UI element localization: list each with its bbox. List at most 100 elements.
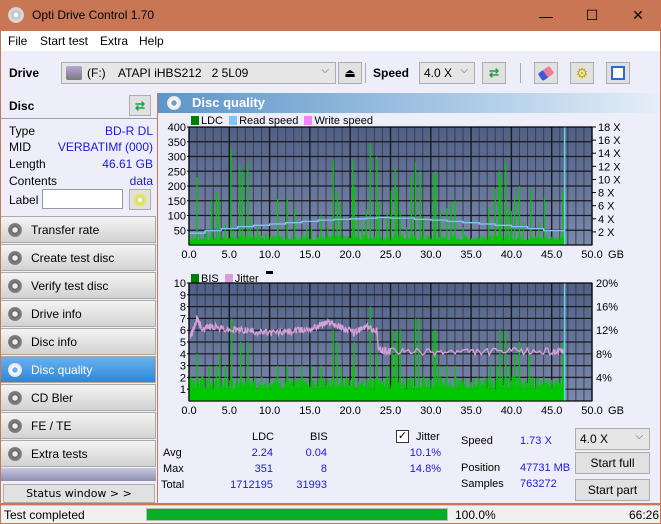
position-value: 47731 MB bbox=[520, 462, 571, 474]
avg-label: Avg bbox=[163, 447, 182, 459]
speed-select[interactable]: 4.0 X ⌵ bbox=[419, 62, 475, 84]
y-left-tick-label: 6 bbox=[180, 325, 186, 337]
y-right-tick-label: 16% bbox=[596, 302, 618, 314]
y-left-tick-label: 10 bbox=[174, 279, 186, 290]
samples-value: 763272 bbox=[520, 478, 557, 490]
start-full-button[interactable]: Start full bbox=[575, 452, 650, 474]
chevron-down-icon: ⌵ bbox=[460, 65, 468, 76]
disc-info-icon bbox=[8, 335, 22, 349]
y-left-tick-label: 5 bbox=[180, 337, 186, 349]
x-tick-label: 15.0 bbox=[299, 405, 320, 417]
jitter-checkbox[interactable]: ✓ bbox=[396, 430, 409, 443]
create-test-disc-icon bbox=[8, 251, 22, 265]
disc-mid-row: MID VERBATIMf (000) bbox=[9, 140, 153, 156]
start-part-button[interactable]: Start part bbox=[575, 479, 650, 501]
position-label: Position bbox=[461, 462, 501, 474]
minimize-button[interactable]: — bbox=[523, 0, 569, 31]
drive-select[interactable]: (F:) ATAPI iHBS212 2 5L09 ⌵ bbox=[61, 62, 336, 84]
settings-button[interactable]: ⚙ bbox=[570, 62, 594, 84]
chevron-down-icon: ⌵ bbox=[635, 431, 643, 442]
nav-verify-test-disc[interactable]: Verify test disc bbox=[1, 272, 156, 299]
y-left-tick-label: 2 bbox=[180, 372, 186, 384]
y-left-tick-label: 50 bbox=[174, 225, 186, 237]
samples-label: Samples bbox=[461, 478, 504, 490]
erase-button[interactable] bbox=[534, 62, 558, 84]
y-left-tick-label: 350 bbox=[168, 137, 186, 149]
y-right-tick-label: 14 X bbox=[598, 148, 621, 160]
y-left-tick-label: 300 bbox=[168, 152, 186, 164]
close-button[interactable]: ✕ bbox=[615, 0, 661, 31]
menu-file[interactable]: File bbox=[8, 34, 27, 48]
close-icon: ✕ bbox=[632, 7, 644, 23]
y-left-tick-label: 3 bbox=[180, 361, 186, 373]
x-tick-label: 35.0 bbox=[460, 405, 481, 417]
save-button[interactable] bbox=[606, 62, 630, 84]
disc-refresh-button[interactable]: ⇄ bbox=[129, 95, 151, 116]
toolbar-separator bbox=[365, 63, 366, 83]
test-speed-value: 4.0 X bbox=[580, 432, 609, 446]
nav-create-test-disc[interactable]: Create test disc bbox=[1, 244, 156, 271]
disc-header: Disc ⇄ bbox=[1, 93, 157, 119]
speed-label: Speed bbox=[461, 435, 493, 447]
disc-type-value: BD-R DL bbox=[104, 124, 153, 138]
status-window-button[interactable]: Status window > > bbox=[3, 484, 155, 503]
test-speed-select[interactable]: 4.0 X ⌵ bbox=[575, 428, 650, 450]
nav-label: CD Bler bbox=[31, 391, 74, 405]
nav-drive-info[interactable]: Drive info bbox=[1, 300, 156, 327]
x-tick-label: 5.0 bbox=[222, 249, 237, 261]
x-tick-label: 10.0 bbox=[259, 249, 280, 261]
menu-start-test[interactable]: Start test bbox=[40, 34, 88, 48]
y-left-tick-label: 150 bbox=[168, 196, 186, 208]
nav-disc-quality[interactable]: Disc quality bbox=[1, 356, 156, 383]
x-tick-label: 35.0 bbox=[460, 249, 481, 261]
x-axis-unit-label: GB bbox=[608, 405, 624, 417]
x-tick-label: 45.0 bbox=[541, 249, 562, 261]
menu-extra[interactable]: Extra bbox=[100, 34, 128, 48]
refresh-button[interactable]: ⇄ bbox=[482, 62, 506, 84]
transfer-rate-icon bbox=[8, 223, 22, 237]
progress-fill bbox=[147, 509, 447, 520]
y-left-tick-label: 7 bbox=[180, 313, 186, 325]
total-ldc: 1712195 bbox=[230, 479, 273, 491]
eject-button[interactable]: ⏏ bbox=[338, 62, 362, 84]
verify-test-disc-icon bbox=[8, 279, 22, 293]
ldc-chart: 501001502002503003504002 X4 X6 X8 X10 X1… bbox=[168, 123, 624, 261]
max-ldc: 351 bbox=[254, 463, 273, 475]
y-right-tick-label: 4% bbox=[596, 372, 612, 384]
y-left-tick-label: 200 bbox=[168, 181, 186, 193]
nav-transfer-rate[interactable]: Transfer rate bbox=[1, 216, 156, 243]
nav-extra-tests[interactable]: Extra tests bbox=[1, 440, 156, 467]
disc-label-input[interactable] bbox=[42, 189, 123, 209]
y-right-tick-label: 8 X bbox=[598, 188, 615, 200]
disc-type-row: Type BD-R DL bbox=[9, 124, 153, 140]
refresh-icon: ⇄ bbox=[488, 66, 500, 80]
x-tick-label: 20.0 bbox=[339, 249, 360, 261]
nav-cd-bler[interactable]: CD Bler bbox=[1, 384, 156, 411]
nav-disc-info[interactable]: Disc info bbox=[1, 328, 156, 355]
x-tick-label: 40.0 bbox=[501, 249, 522, 261]
disc-label-button[interactable] bbox=[129, 189, 151, 210]
y-right-tick-label: 4 X bbox=[598, 214, 615, 226]
toolbar-separator bbox=[520, 63, 521, 83]
maximize-icon: ☐ bbox=[585, 7, 599, 23]
menu-help[interactable]: Help bbox=[139, 34, 164, 48]
disc-quality-icon bbox=[167, 96, 181, 110]
elapsed-time: 66:26 bbox=[629, 508, 660, 522]
x-axis-unit-label: GB bbox=[608, 249, 624, 261]
y-left-tick-label: 250 bbox=[168, 166, 186, 178]
maximize-button[interactable]: ☐ bbox=[569, 0, 615, 31]
disc-quality-icon bbox=[8, 363, 22, 377]
jitter-header: Jitter bbox=[416, 431, 440, 443]
avg-jitter: 10.1% bbox=[409, 447, 441, 459]
y-left-tick-label: 9 bbox=[180, 290, 186, 302]
nav-fe-te[interactable]: FE / TE bbox=[1, 412, 156, 439]
speed-value: 4.0 X bbox=[424, 66, 453, 80]
nav-label: Transfer rate bbox=[31, 223, 100, 237]
max-jitter: 14.8% bbox=[409, 463, 441, 475]
y-right-tick-label: 20% bbox=[596, 279, 618, 290]
drive-name: ATAPI iHBS212 2 5L09 bbox=[118, 66, 249, 80]
avg-ldc: 2.24 bbox=[251, 447, 273, 459]
speed-label: Speed bbox=[373, 66, 410, 80]
y-right-tick-label: 16 X bbox=[598, 135, 621, 147]
y-right-tick-label: 12 X bbox=[598, 161, 621, 173]
